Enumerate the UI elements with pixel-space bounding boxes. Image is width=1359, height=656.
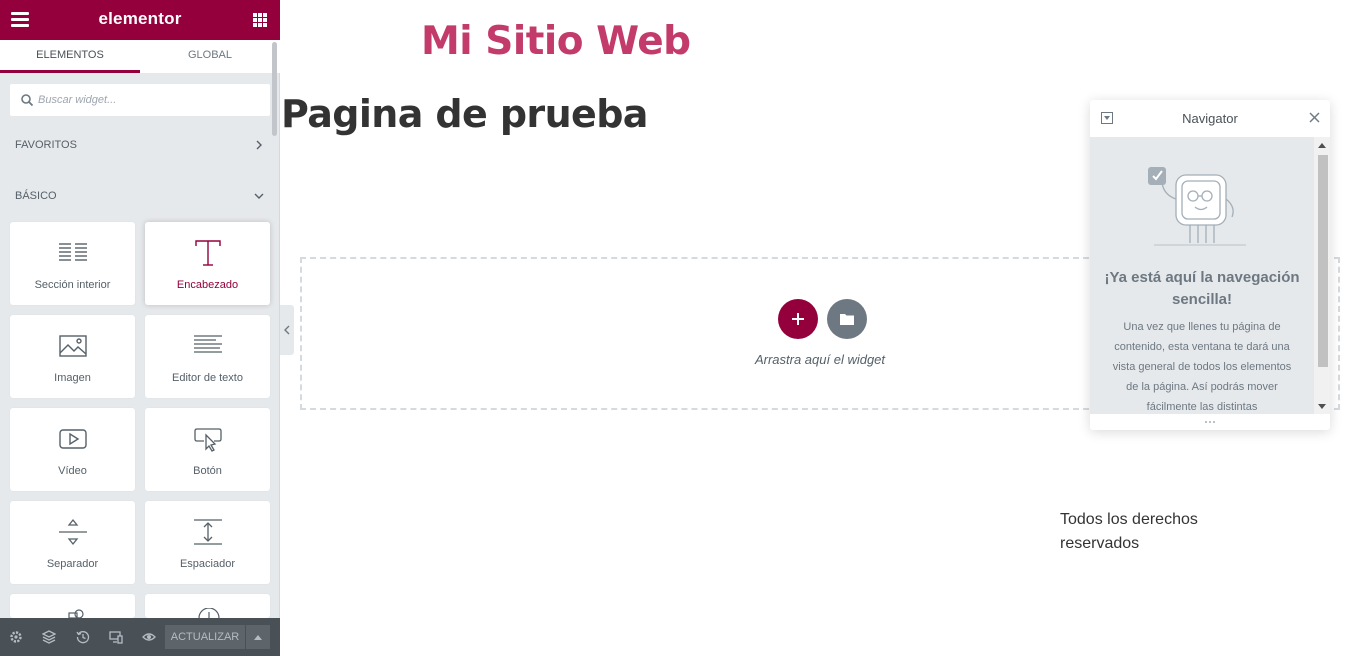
drag-dots-icon <box>1205 421 1215 423</box>
chevron-left-icon <box>284 325 290 335</box>
section-basico[interactable]: BÁSICO <box>15 190 57 202</box>
drop-zone-text: Arrastra aquí el widget <box>754 352 886 367</box>
partial-widget-icon <box>68 609 84 618</box>
navigator-empty-description: Una vez que llenes tu página de contenid… <box>1112 321 1292 413</box>
heading-icon <box>195 240 221 266</box>
navigator-resize-handle[interactable] <box>1090 414 1330 430</box>
add-template-button[interactable] <box>827 299 867 339</box>
page-title[interactable]: Pagina de prueba <box>281 92 648 136</box>
widget-label: Editor de texto <box>172 372 243 384</box>
chevron-down-icon[interactable] <box>254 191 264 201</box>
navigator-empty-heading: ¡Ya está aquí la navegación sencilla! <box>1104 269 1300 308</box>
update-options-button[interactable] <box>246 625 270 649</box>
widget-image[interactable]: Imagen <box>10 315 135 398</box>
divider-icon <box>59 518 87 546</box>
panel-scrollbar[interactable] <box>272 42 277 136</box>
close-icon[interactable] <box>1309 112 1320 123</box>
panel-tabs: ELEMENTOS GLOBAL <box>0 40 280 73</box>
navigator-body: ¡Ya está aquí la navegación sencilla! Un… <box>1090 137 1314 414</box>
navigator-panel: Navigator ¡Ya está aquí la navegación se… <box>1090 100 1330 430</box>
widget-label: Separador <box>46 558 99 570</box>
spacer-icon <box>194 519 222 545</box>
panel-header: elementor <box>0 0 280 40</box>
widget-text-editor[interactable]: Editor de texto <box>145 315 270 398</box>
widget-divider[interactable]: Separador <box>10 501 135 584</box>
panel-footer: ACTUALIZAR <box>0 618 280 656</box>
widget-label: Espaciador <box>179 558 236 570</box>
add-section-button[interactable] <box>778 299 818 339</box>
tab-elementos[interactable]: ELEMENTOS <box>0 40 140 73</box>
scroll-down-icon[interactable] <box>1318 404 1326 410</box>
widget-label: Botón <box>193 465 222 477</box>
widget-partial[interactable] <box>145 594 270 618</box>
video-icon <box>59 429 87 449</box>
editor-panel: elementor ELEMENTOS GLOBAL FAVORITOS BÁS… <box>0 0 280 656</box>
widget-label: Encabezado <box>176 279 239 291</box>
caret-up-icon <box>254 635 262 640</box>
settings-icon[interactable] <box>9 630 23 644</box>
navigator-header[interactable]: Navigator <box>1090 100 1330 137</box>
image-icon <box>59 335 87 357</box>
scroll-up-icon[interactable] <box>1318 142 1326 148</box>
navigator-scrollbar[interactable] <box>1314 137 1330 414</box>
search-box <box>10 84 270 116</box>
widget-label: Vídeo <box>58 465 87 477</box>
navigator-icon[interactable] <box>42 630 56 644</box>
widget-heading[interactable]: Encabezado <box>145 222 270 305</box>
partial-widget-icon <box>198 608 220 618</box>
search-icon <box>21 94 34 107</box>
elementor-logo: elementor <box>98 9 182 28</box>
navigator-scrollbar-thumb[interactable] <box>1318 155 1328 367</box>
update-button[interactable]: ACTUALIZAR <box>165 625 245 649</box>
widget-partial[interactable] <box>10 594 135 618</box>
footer-copyright-text[interactable]: Todos los derechos reservados <box>1060 508 1260 556</box>
folder-icon <box>840 314 854 325</box>
inner-section-icon <box>59 243 87 261</box>
widget-button[interactable]: Botón <box>145 408 270 491</box>
history-icon[interactable] <box>76 630 90 644</box>
chevron-right-icon[interactable] <box>254 140 264 150</box>
responsive-icon[interactable] <box>109 630 123 644</box>
section-favoritos[interactable]: FAVORITOS <box>15 139 77 151</box>
collapse-panel-handle[interactable] <box>280 305 294 355</box>
text-editor-icon <box>194 335 222 353</box>
widgets-grid-icon[interactable] <box>253 13 267 27</box>
navigator-illustration-icon <box>1148 167 1246 246</box>
preview-eye-icon[interactable] <box>142 630 156 644</box>
widget-label: Sección interior <box>34 279 111 291</box>
navigator-title: Navigator <box>1182 111 1238 126</box>
widget-inner-section[interactable]: Sección interior <box>10 222 135 305</box>
plus-icon <box>792 313 804 325</box>
widget-spacer[interactable]: Espaciador <box>145 501 270 584</box>
button-icon <box>194 428 222 452</box>
widget-label: Imagen <box>54 372 91 384</box>
search-input[interactable] <box>38 84 263 116</box>
site-title[interactable]: Mi Sitio Web <box>421 19 691 64</box>
widget-video[interactable]: Vídeo <box>10 408 135 491</box>
tab-global[interactable]: GLOBAL <box>140 40 280 73</box>
